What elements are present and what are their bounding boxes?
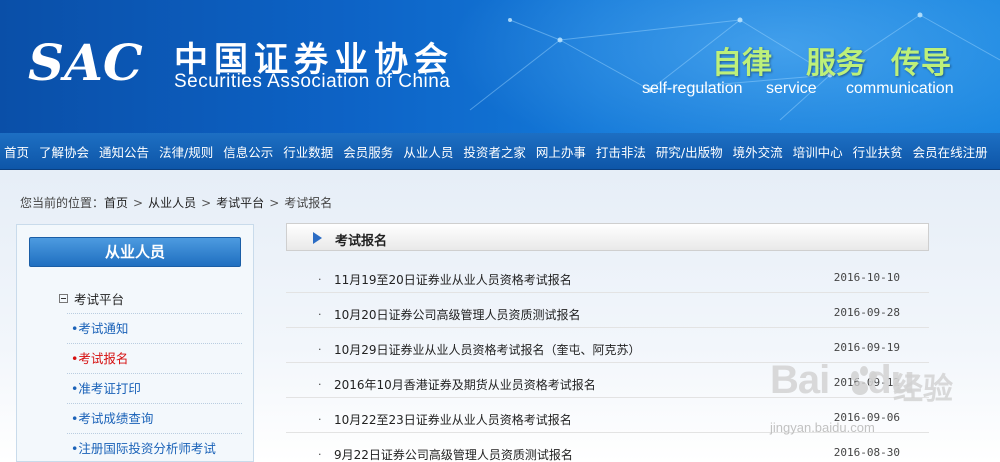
sidebar-title[interactable]: 从业人员 <box>29 237 241 267</box>
watermark-url: jingyan.baidu.com <box>770 420 875 435</box>
sac-logo[interactable]: SAC <box>26 30 156 90</box>
nav-item-disclosure[interactable]: 信息公示 <box>223 142 273 161</box>
sidebar-group-exam-platform[interactable]: 考试平台 <box>59 289 124 308</box>
list-item-title[interactable]: 9月22日证券公司高级管理人员资质测试报名 <box>334 446 573 462</box>
sidebar-item-score-query[interactable]: •考试成绩查询 <box>67 403 242 433</box>
nav-item-anti-illegal[interactable]: 打击非法 <box>596 142 646 161</box>
list-item-date: 2016-09-28 <box>833 306 900 319</box>
nav-item-home[interactable]: 首页 <box>4 142 29 161</box>
breadcrumb-prefix: 您当前的位置： <box>20 196 105 210</box>
bullet-icon: · <box>318 413 322 426</box>
breadcrumb-separator: > <box>133 196 144 210</box>
sidebar-item-ciia-exam[interactable]: •注册国际投资分析师考试 <box>67 433 242 462</box>
sidebar-item-exam-notice[interactable]: •考试通知 <box>67 313 242 343</box>
breadcrumb-separator: > <box>269 196 280 210</box>
nav-item-member-services[interactable]: 会员服务 <box>343 142 393 161</box>
sidebar-item-admission-ticket[interactable]: •准考证打印 <box>67 373 242 403</box>
collapse-icon[interactable] <box>59 294 68 303</box>
nav-item-investors[interactable]: 投资者之家 <box>463 142 526 161</box>
slogan-service-cn: 服务 <box>806 46 866 81</box>
list-item: · 10月20日证券公司高级管理人员资质测试报名 2016-09-28 <box>286 298 929 328</box>
breadcrumb-home[interactable]: 首页 <box>104 196 128 210</box>
breadcrumb-separator: > <box>201 196 212 210</box>
nav-item-poverty-relief[interactable]: 行业扶贫 <box>853 142 903 161</box>
section-header: 考试报名 <box>286 223 929 251</box>
breadcrumb: 您当前的位置：首页 > 从业人员 > 考试平台 > 考试报名 <box>20 194 332 211</box>
nav-item-member-registration[interactable]: 会员在线注册 <box>913 142 988 161</box>
header-banner: SAC 中国证券业协会 Securities Association of Ch… <box>0 0 1000 133</box>
nav-item-overseas[interactable]: 境外交流 <box>733 142 783 161</box>
bullet-icon: · <box>318 308 322 321</box>
list-item-title[interactable]: 2016年10月香港证券及期货从业员资格考试报名 <box>334 376 596 393</box>
bullet-icon: · <box>318 343 322 356</box>
section-title: 考试报名 <box>335 234 388 249</box>
sac-logo-text: SAC <box>28 33 143 90</box>
nav-item-online-services[interactable]: 网上办事 <box>536 142 586 161</box>
slogan-self-regulation-en: self-regulation <box>642 80 743 97</box>
play-arrow-icon <box>313 232 322 244</box>
bullet-icon: · <box>318 448 322 461</box>
nav-item-laws[interactable]: 法律/规则 <box>159 142 213 161</box>
slogan-service-en: service <box>766 80 817 97</box>
nav-item-industry-data[interactable]: 行业数据 <box>283 142 333 161</box>
main-nav: 首页 了解协会 通知公告 法律/规则 信息公示 行业数据 会员服务 从业人员 投… <box>0 133 1000 170</box>
list-item-date: 2016-09-19 <box>833 341 900 354</box>
breadcrumb-exam-platform[interactable]: 考试平台 <box>216 196 264 210</box>
list-item-title[interactable]: 10月20日证券公司高级管理人员资质测试报名 <box>334 306 581 323</box>
bullet-icon: · <box>318 378 322 391</box>
list-item-title[interactable]: 10月22至23日证券业从业人员资格考试报名 <box>334 411 572 428</box>
nav-item-training[interactable]: 培训中心 <box>793 142 843 161</box>
bullet-icon: · <box>318 273 322 286</box>
nav-item-notices[interactable]: 通知公告 <box>99 142 149 161</box>
list-item-title[interactable]: 10月29日证券业从业人员资格考试报名（奎屯、阿克苏） <box>334 341 641 358</box>
list-item: · 11月19至20日证券业从业人员资格考试报名 2016-10-10 <box>286 263 929 293</box>
list-item-title[interactable]: 11月19至20日证券业从业人员资格考试报名 <box>334 271 572 288</box>
sidebar-item-exam-registration[interactable]: •考试报名 <box>67 343 242 373</box>
nav-item-about[interactable]: 了解协会 <box>39 142 89 161</box>
slogan-self-regulation-cn: 自律 <box>712 46 772 81</box>
nav-item-practitioners[interactable]: 从业人员 <box>403 142 453 161</box>
sidebar: 从业人员 考试平台 •考试通知 •考试报名 •准考证打印 •考试成绩查询 •注册… <box>16 224 254 462</box>
list-item-date: 2016-10-10 <box>833 271 900 284</box>
slogan-communication-en: communication <box>846 80 954 97</box>
nav-item-research[interactable]: 研究/出版物 <box>656 142 723 161</box>
breadcrumb-practitioners[interactable]: 从业人员 <box>148 196 196 210</box>
watermark-cn: 经验 <box>893 372 953 407</box>
watermark-brand-1: Bai <box>770 358 830 402</box>
slogan-communication-cn: 传导 <box>891 46 951 81</box>
breadcrumb-current: 考试报名 <box>284 196 333 210</box>
sidebar-group-label: 考试平台 <box>74 292 125 307</box>
org-name-en: Securities Association of China <box>174 71 451 92</box>
